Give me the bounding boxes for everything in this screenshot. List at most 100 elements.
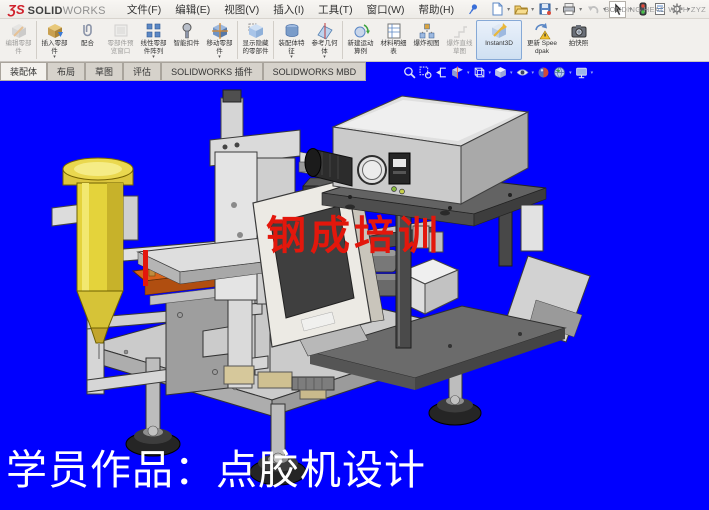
edit-appearance-icon[interactable] bbox=[537, 66, 550, 79]
solidworks-logo: ƷS SOLID WORKS bbox=[8, 2, 106, 17]
motion-study-button[interactable]: 新建运动算例 bbox=[344, 20, 377, 60]
open-icon[interactable] bbox=[513, 2, 528, 17]
command-tabs: 装配体布局草图评估SOLIDWORKS 插件SOLIDWORKS MBD bbox=[0, 62, 366, 81]
dropdown-caret[interactable]: ▾ bbox=[555, 6, 558, 13]
show-hidden-button[interactable]: 显示隐藏的零部件 bbox=[239, 20, 272, 60]
section-view-icon[interactable] bbox=[451, 66, 464, 79]
dropdown-caret[interactable]: ▾ bbox=[531, 6, 534, 13]
logo-mark: ƷS bbox=[8, 2, 25, 17]
dropdown-caret[interactable]: ▾ bbox=[467, 70, 470, 76]
new-document-icon[interactable] bbox=[489, 2, 504, 17]
solidworks-window: ƷS SOLID WORKS 文件(F)编辑(E)视图(V)插入(I)工具(T)… bbox=[0, 0, 709, 510]
button-label: 零部件预览窗口 bbox=[106, 40, 135, 55]
print-icon[interactable] bbox=[561, 2, 576, 17]
tab-assembly[interactable]: 装配体 bbox=[0, 62, 47, 80]
mate-button[interactable]: 配合 bbox=[71, 20, 104, 60]
snapshot-button[interactable]: 拍快照 bbox=[562, 20, 595, 60]
move-component-button[interactable]: 移动零部件▾ bbox=[203, 20, 236, 60]
dropdown-caret[interactable]: ▾ bbox=[290, 55, 293, 60]
watermark: 钢成培训 bbox=[266, 216, 442, 256]
zoom-fit-icon[interactable] bbox=[403, 66, 416, 79]
separator bbox=[237, 21, 238, 59]
menu-item-1[interactable]: 文件(F) bbox=[120, 0, 168, 19]
update-speedpak-icon bbox=[533, 22, 551, 40]
caption-text: 学员作品：点胶机设计 bbox=[6, 448, 426, 493]
menu-item-5[interactable]: 工具(T) bbox=[311, 0, 359, 19]
menu-bar: 文件(F)编辑(E)视图(V)插入(I)工具(T)窗口(W)帮助(H) bbox=[120, 0, 461, 19]
hide-show-items-icon[interactable] bbox=[516, 66, 529, 79]
zoom-area-icon[interactable] bbox=[419, 66, 432, 79]
tab-sketch[interactable]: 草图 bbox=[85, 62, 123, 80]
heads-up-toolbar: ▾ ▾ ▾ ▾ ▾ ▾ bbox=[403, 66, 593, 79]
tab-solidworks-mbd[interactable]: SOLIDWORKS MBD bbox=[263, 62, 367, 80]
move-component-icon bbox=[211, 22, 229, 40]
dropdown-caret[interactable]: ▾ bbox=[579, 6, 582, 13]
menu-item-2[interactable]: 编辑(E) bbox=[168, 0, 217, 19]
button-label: 线性零部件阵列 bbox=[139, 40, 168, 55]
smart-fasteners-icon bbox=[178, 22, 196, 40]
button-label: 智能扣件 bbox=[174, 40, 200, 48]
instant3d-button[interactable]: Instant3D bbox=[476, 20, 522, 60]
tab-layout[interactable]: 布局 bbox=[47, 62, 85, 80]
bom-button[interactable]: 材料明细表 bbox=[377, 20, 410, 60]
edit-component-button: 编辑零部件 bbox=[2, 20, 35, 60]
update-speedpak-button[interactable]: 更新 Speedpak bbox=[522, 20, 562, 60]
view-settings-icon[interactable] bbox=[575, 66, 588, 79]
button-label: 装配体特征 bbox=[277, 40, 306, 55]
logo-works: WORKS bbox=[63, 5, 106, 17]
reference-geometry-icon bbox=[316, 22, 334, 40]
dropdown-caret[interactable]: ▾ bbox=[53, 55, 56, 60]
exploded-view-icon bbox=[418, 22, 436, 40]
menu-item-4[interactable]: 插入(I) bbox=[266, 0, 311, 19]
button-label: 显示隐藏的零部件 bbox=[241, 40, 270, 55]
machine-model[interactable] bbox=[0, 62, 709, 510]
button-label: 爆炸直线草图 bbox=[445, 40, 474, 55]
menu-item-7[interactable]: 帮助(H) bbox=[411, 0, 461, 19]
menu-item-6[interactable]: 窗口(W) bbox=[360, 0, 412, 19]
separator bbox=[273, 21, 274, 59]
button-label: 爆炸视图 bbox=[414, 40, 440, 48]
graphics-viewport[interactable]: 装配体布局草图评估SOLIDWORKS 插件SOLIDWORKS MBD ▾▾▾… bbox=[0, 62, 709, 510]
tab-solidworks-addins[interactable]: SOLIDWORKS 插件 bbox=[161, 62, 263, 80]
display-style-icon[interactable] bbox=[494, 66, 507, 79]
dropdown-caret[interactable]: ▾ bbox=[591, 70, 594, 76]
dropdown-caret[interactable]: ▾ bbox=[323, 55, 326, 60]
dropdown-caret[interactable]: ▾ bbox=[489, 70, 492, 76]
usb-panel[interactable] bbox=[389, 153, 410, 184]
exploded-view-button[interactable]: 爆炸视图 bbox=[410, 20, 443, 60]
insert-component-icon bbox=[46, 22, 64, 40]
undo-icon[interactable] bbox=[585, 2, 600, 17]
button-label: 拍快照 bbox=[569, 40, 589, 48]
dropdown-caret[interactable]: ▾ bbox=[507, 6, 510, 13]
previous-view-icon[interactable] bbox=[435, 66, 448, 79]
button-label: 配合 bbox=[81, 40, 94, 48]
menu-item-3[interactable]: 视图(V) bbox=[217, 0, 266, 19]
save-icon[interactable] bbox=[537, 2, 552, 17]
component-preview-button: 零部件预览窗口 bbox=[104, 20, 137, 60]
separator bbox=[36, 21, 37, 59]
linear-pattern-button[interactable]: 线性零部件阵列▾ bbox=[137, 20, 170, 60]
linear-pattern-icon bbox=[145, 22, 163, 40]
dropdown-caret[interactable]: ▾ bbox=[152, 55, 155, 60]
tab-evaluate[interactable]: 评估 bbox=[123, 62, 161, 80]
logo-solid: SOLID bbox=[28, 5, 63, 17]
pin-icon[interactable] bbox=[467, 3, 479, 16]
dropdown-caret[interactable]: ▾ bbox=[218, 55, 221, 60]
insert-component-button[interactable]: 插入零部件▾ bbox=[38, 20, 71, 60]
assembly-features-button[interactable]: 装配体特征▾ bbox=[275, 20, 308, 60]
show-hidden-icon bbox=[247, 22, 265, 40]
component-preview-icon bbox=[112, 22, 130, 40]
reference-geometry-button[interactable]: 参考几何体▾ bbox=[308, 20, 341, 60]
button-label: 新建运动算例 bbox=[346, 40, 375, 55]
button-label: 参考几何体 bbox=[310, 40, 339, 55]
snapshot-icon bbox=[570, 22, 588, 40]
view-orientation-icon[interactable] bbox=[473, 66, 486, 79]
dropdown-caret[interactable]: ▾ bbox=[569, 70, 572, 76]
dropdown-caret[interactable]: ▾ bbox=[510, 70, 513, 76]
dropdown-caret[interactable]: ▾ bbox=[532, 70, 535, 76]
pressure-gauge[interactable] bbox=[358, 156, 386, 184]
apply-scene-icon[interactable] bbox=[553, 66, 566, 79]
explode-line-sketch-button: 爆炸直线草图 bbox=[443, 20, 476, 60]
smart-fasteners-button[interactable]: 智能扣件 bbox=[170, 20, 203, 60]
document-title: BONDING HEAD WITH ZYZ bbox=[604, 5, 706, 14]
